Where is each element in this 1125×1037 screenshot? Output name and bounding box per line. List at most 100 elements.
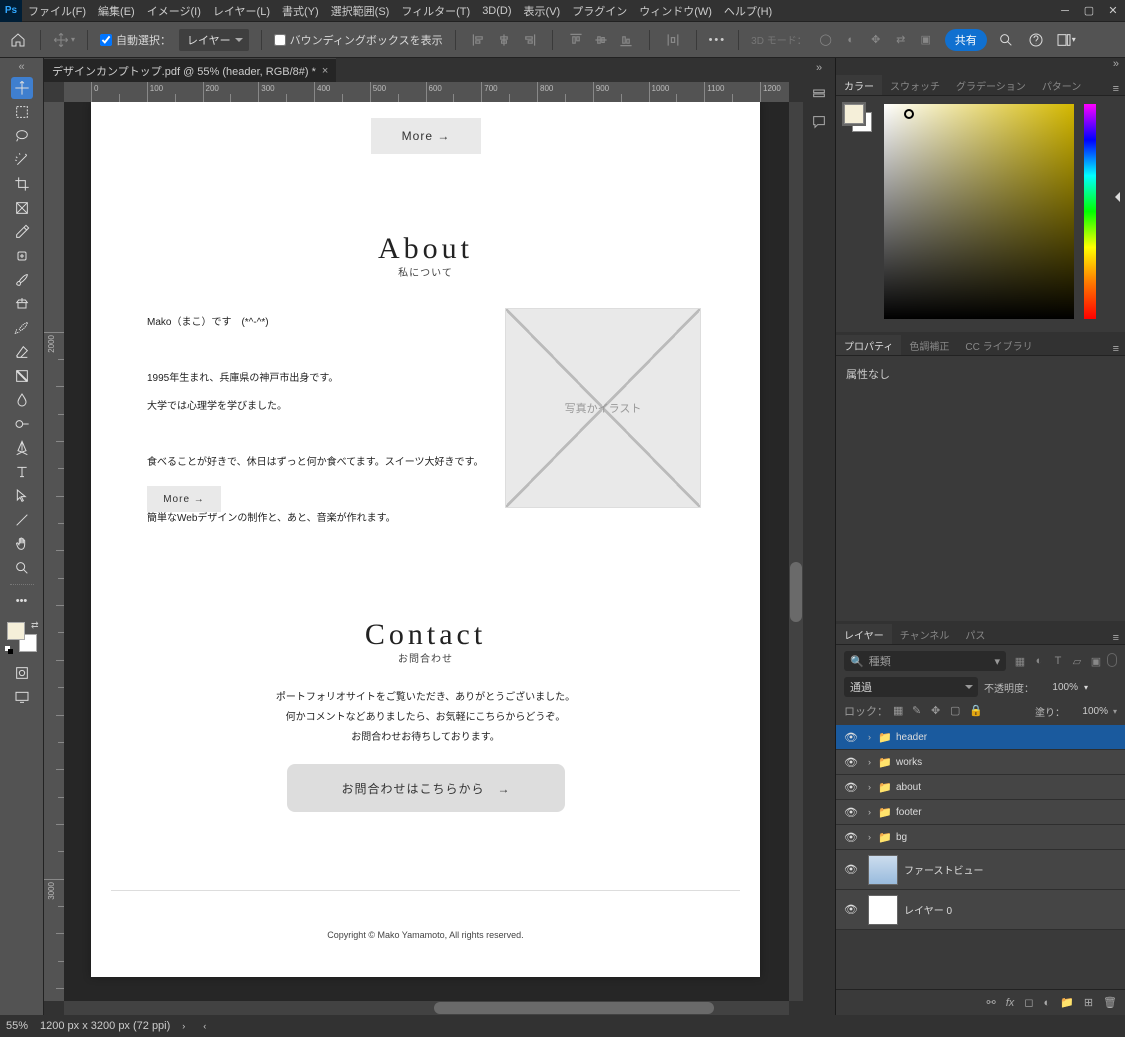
- layer-mask-icon[interactable]: ◻: [1024, 996, 1033, 1009]
- healing-brush-tool[interactable]: [11, 245, 33, 267]
- tab-adjustments[interactable]: 色調補正: [901, 335, 957, 355]
- crop-tool[interactable]: [11, 173, 33, 195]
- adjustment-layer-icon[interactable]: ◐: [1043, 997, 1050, 1009]
- lock-pixels-icon[interactable]: ▦: [893, 704, 907, 718]
- tab-swatches[interactable]: スウォッチ: [882, 75, 948, 95]
- menu-file[interactable]: ファイル(F): [22, 3, 92, 19]
- comments-panel-icon[interactable]: [809, 112, 829, 132]
- tab-cc-libraries[interactable]: CC ライブラリ: [957, 335, 1040, 355]
- delete-layer-icon[interactable]: 🗑: [1103, 996, 1117, 1009]
- zoom-tool[interactable]: [11, 557, 33, 579]
- align-middle-icon[interactable]: [590, 29, 612, 51]
- screen-mode-tool[interactable]: [11, 686, 33, 708]
- swap-colors-icon[interactable]: ⇄: [31, 620, 39, 631]
- default-colors-icon[interactable]: [5, 646, 13, 654]
- canvas[interactable]: More → About 私について Mako（まこ）です (*^-^*) 19…: [64, 102, 789, 1001]
- frame-tool[interactable]: [11, 197, 33, 219]
- move-tool[interactable]: [11, 77, 33, 99]
- menu-view[interactable]: 表示(V): [518, 3, 567, 19]
- new-layer-icon[interactable]: ⊞: [1084, 996, 1093, 1009]
- layers-panel-menu[interactable]: ≡: [1107, 632, 1125, 644]
- share-button[interactable]: 共有: [945, 29, 987, 51]
- lasso-tool[interactable]: [11, 125, 33, 147]
- home-icon[interactable]: [8, 30, 28, 50]
- tab-color[interactable]: カラー: [836, 75, 882, 95]
- menu-layer[interactable]: レイヤー(L): [207, 3, 276, 19]
- move-tool-icon[interactable]: ▾: [53, 29, 75, 51]
- window-minimize[interactable]: ─: [1053, 1, 1077, 21]
- gradient-tool[interactable]: [11, 365, 33, 387]
- tab-channels[interactable]: チャンネル: [892, 624, 958, 644]
- lock-artboard-icon[interactable]: ▢: [950, 704, 964, 718]
- edit-toolbar[interactable]: •••: [11, 590, 33, 612]
- hue-slider[interactable]: [1084, 104, 1096, 319]
- tab-layers[interactable]: レイヤー: [836, 624, 892, 644]
- line-tool[interactable]: [11, 509, 33, 531]
- vertical-scrollbar[interactable]: [789, 102, 803, 1001]
- menu-edit[interactable]: 編集(E): [92, 3, 141, 19]
- align-top-icon[interactable]: [565, 29, 587, 51]
- distribute-icon[interactable]: [662, 29, 684, 51]
- brush-tool[interactable]: [11, 269, 33, 291]
- ruler-horizontal[interactable]: 0100200300400500600700800900100011001200: [64, 82, 789, 102]
- visibility-icon[interactable]: 👁: [842, 781, 860, 794]
- new-group-icon[interactable]: 📁: [1060, 996, 1074, 1009]
- horizontal-scrollbar[interactable]: [64, 1001, 789, 1015]
- menu-3d[interactable]: 3D(D): [476, 5, 517, 17]
- layer-fx-icon[interactable]: fx: [1006, 997, 1015, 1009]
- filter-smart-icon[interactable]: ▣: [1088, 653, 1104, 669]
- fill-value[interactable]: 100%: [1070, 706, 1108, 717]
- pen-tool[interactable]: [11, 437, 33, 459]
- layer-about[interactable]: 👁›📁about: [836, 775, 1125, 800]
- auto-select-check[interactable]: 自動選択：: [100, 32, 171, 48]
- link-layers-icon[interactable]: ⚯: [987, 996, 996, 1009]
- layer-filter[interactable]: 🔍種類▾: [844, 651, 1006, 671]
- menu-image[interactable]: イメージ(I): [141, 3, 207, 19]
- document-tab[interactable]: デザインカンプトップ.pdf @ 55% (header, RGB/8#) *×: [44, 58, 336, 82]
- align-right-icon[interactable]: [518, 29, 540, 51]
- color-field[interactable]: [884, 104, 1074, 319]
- ruler-origin[interactable]: [44, 82, 64, 102]
- doc-dimensions[interactable]: 1200 px x 3200 px (72 ppi): [40, 1020, 170, 1032]
- type-tool[interactable]: [11, 461, 33, 483]
- layer-header[interactable]: 👁›📁header: [836, 725, 1125, 750]
- align-left-icon[interactable]: [468, 29, 490, 51]
- filter-shape-icon[interactable]: ▱: [1069, 653, 1085, 669]
- bounding-box-check[interactable]: バウンディングボックスを表示: [274, 32, 443, 48]
- align-bottom-icon[interactable]: [615, 29, 637, 51]
- blend-mode-select[interactable]: 通過: [844, 677, 978, 697]
- layer-footer[interactable]: 👁›📁footer: [836, 800, 1125, 825]
- window-close[interactable]: ✕: [1101, 1, 1125, 21]
- fg-bg-swatch[interactable]: [844, 104, 874, 134]
- lock-move-icon[interactable]: ✥: [931, 704, 945, 718]
- filter-pixel-icon[interactable]: ▦: [1012, 653, 1028, 669]
- more-options[interactable]: •••: [709, 34, 727, 46]
- filter-adjust-icon[interactable]: ◐: [1031, 653, 1047, 669]
- align-center-h-icon[interactable]: [493, 29, 515, 51]
- visibility-icon[interactable]: 👁: [842, 756, 860, 769]
- blur-tool[interactable]: [11, 389, 33, 411]
- visibility-icon[interactable]: 👁: [842, 806, 860, 819]
- menu-plugins[interactable]: プラグイン: [566, 3, 633, 19]
- opacity-value[interactable]: 100%: [1040, 682, 1078, 693]
- workspace-icon[interactable]: ▾: [1055, 29, 1077, 51]
- lock-all-icon[interactable]: 🔒: [969, 704, 983, 718]
- layer-0[interactable]: 👁レイヤー 0: [836, 890, 1125, 930]
- search-icon[interactable]: [995, 29, 1017, 51]
- menu-type[interactable]: 書式(Y): [276, 3, 325, 19]
- window-maximize[interactable]: ▢: [1077, 1, 1101, 21]
- auto-select-mode[interactable]: レイヤー: [179, 29, 249, 51]
- tab-properties[interactable]: プロパティ: [836, 335, 901, 355]
- dodge-tool[interactable]: [11, 413, 33, 435]
- visibility-icon[interactable]: 👁: [842, 863, 860, 876]
- lock-position-icon[interactable]: ✎: [912, 704, 926, 718]
- history-panel-icon[interactable]: [809, 84, 829, 104]
- help-icon[interactable]: [1025, 29, 1047, 51]
- quick-mask-tool[interactable]: [11, 662, 33, 684]
- eyedropper-tool[interactable]: [11, 221, 33, 243]
- menu-window[interactable]: ウィンドウ(W): [633, 3, 718, 19]
- layer-firstview[interactable]: 👁ファーストビュー: [836, 850, 1125, 890]
- menu-select[interactable]: 選択範囲(S): [325, 3, 396, 19]
- path-select-tool[interactable]: [11, 485, 33, 507]
- history-brush-tool[interactable]: [11, 317, 33, 339]
